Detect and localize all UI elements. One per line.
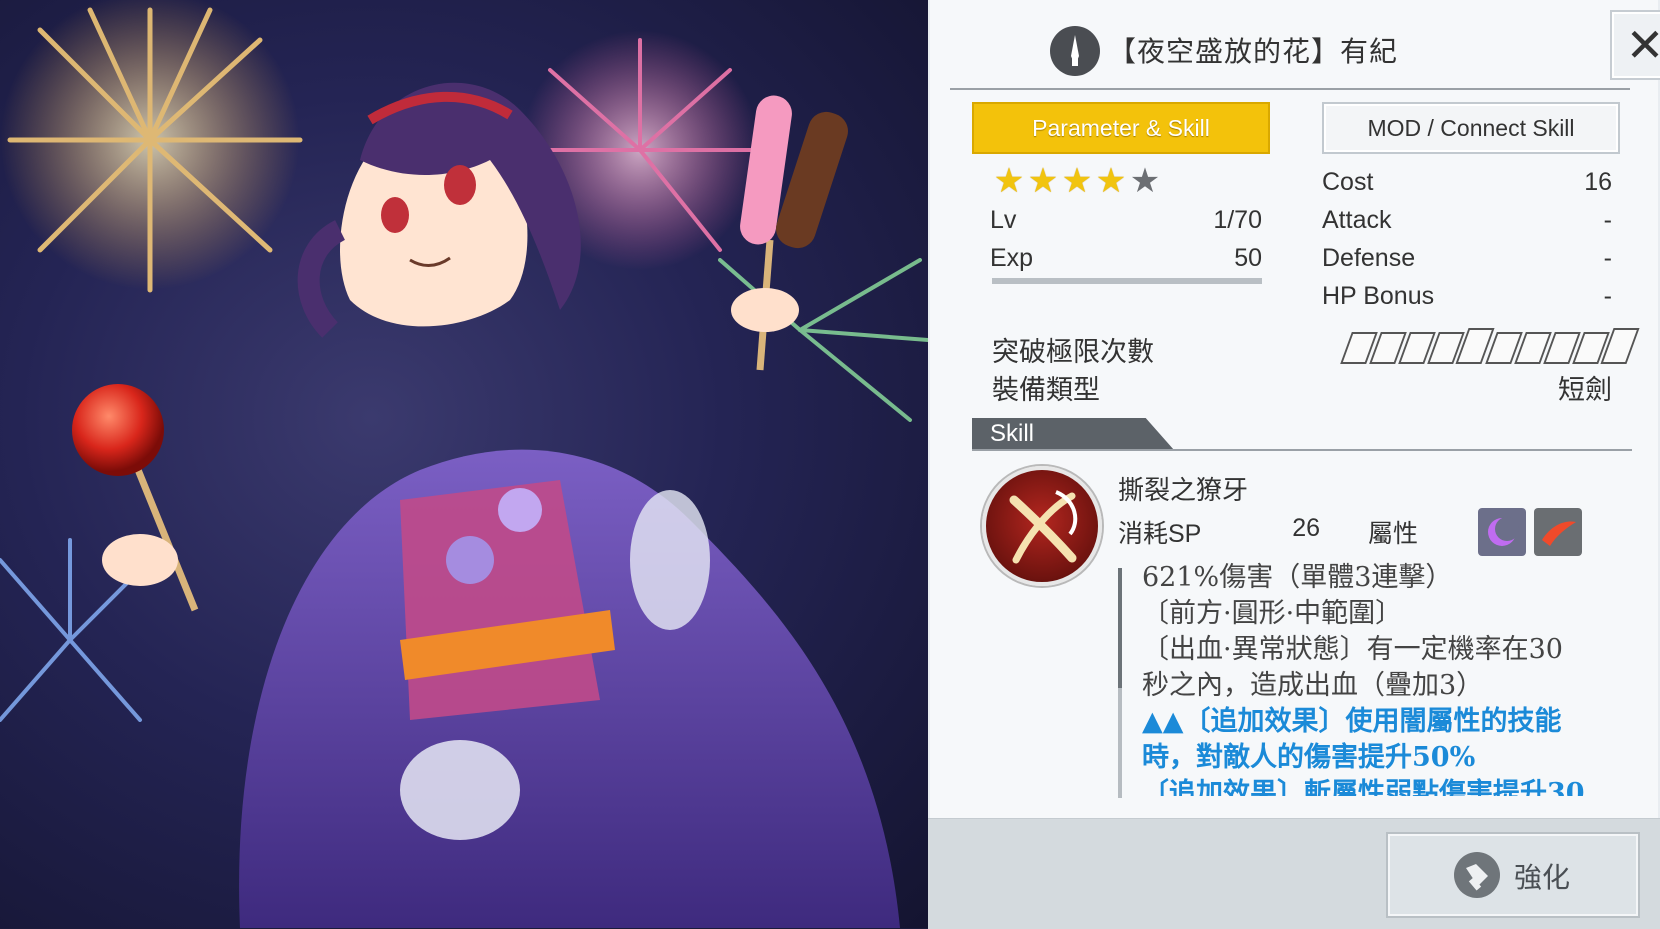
lv-label: Lv: [990, 206, 1017, 234]
skill-description: 621%傷害（單體3連擊） 〔前方·圓形·中範圍〕〔出血·異常狀態〕有一定機率在3…: [1142, 560, 1602, 796]
sp-cost-label: 消耗SP: [1118, 520, 1202, 548]
description-scroll-thumb[interactable]: [1118, 568, 1122, 688]
skill-divider: [972, 449, 1632, 451]
tab-parameter-skill[interactable]: Parameter & Skill: [972, 102, 1270, 154]
exp-progress-bar: [992, 278, 1262, 284]
hp-bonus-label: HP Bonus: [1322, 282, 1435, 310]
description-line: 時，對敵人的傷害提升50%: [1142, 742, 1476, 773]
detail-card: 【夜空盛放的花】有紀 ✕ Parameter & Skill MOD / Con…: [930, 0, 1660, 818]
character-artwork: [0, 0, 928, 928]
title-divider: [950, 88, 1630, 90]
exp-value: 50: [1234, 244, 1262, 272]
description-scrollbar[interactable]: [1118, 568, 1122, 798]
card-title: 【夜空盛放的花】有紀: [1108, 35, 1399, 68]
defense-value: -: [1603, 244, 1612, 272]
candy-apple: [72, 384, 199, 612]
artwork-svg: [0, 0, 928, 928]
firework-green: [718, 258, 928, 422]
close-icon: ✕: [1625, 18, 1660, 72]
skill-section-header: Skill: [972, 418, 1174, 450]
limit-break-label: 突破極限次數: [992, 337, 1154, 368]
slash-element-icon: [1534, 508, 1582, 556]
attribute-label: 屬性: [1368, 519, 1419, 548]
description-line: 621%傷害（單體3連擊）: [1142, 562, 1453, 593]
defense-label: Defense: [1322, 244, 1416, 272]
close-button[interactable]: ✕: [1610, 10, 1660, 80]
star-filled-icon: ★: [1095, 161, 1127, 201]
description-line: 〔前方·圓形·中範圍〕: [1142, 598, 1403, 629]
hp-bonus-value: -: [1603, 282, 1612, 310]
cost-label: Cost: [1322, 168, 1374, 196]
skill-section-label: Skill: [990, 420, 1035, 447]
sp-cost-value: 26: [1292, 514, 1320, 542]
skill-emblem-icon: [982, 466, 1102, 586]
title-row: 【夜空盛放的花】有紀 ✕: [970, 0, 1660, 92]
equipment-type-label: 裝備類型: [992, 375, 1100, 406]
attack-value: -: [1603, 206, 1612, 234]
dark-element-icon: [1478, 508, 1526, 556]
enhance-button[interactable]: 強化: [1386, 832, 1640, 918]
equipment-type-value: 短劍: [1558, 375, 1612, 406]
description-line: 〔追加效果〕斬屬性弱點傷害提升30: [1142, 778, 1585, 796]
description-line: ▲▲〔追加效果〕使用闇屬性的技能: [1142, 706, 1562, 737]
exp-label: Exp: [990, 244, 1034, 272]
attack-label: Attack: [1322, 206, 1392, 234]
description-line: 〔出血·異常狀態〕有一定機率在30: [1142, 634, 1563, 665]
skill-name: 撕裂之獠牙: [1118, 476, 1249, 506]
limit-break-gauge: [1340, 328, 1640, 364]
description-line: 秒之內，造成出血（疊加3）: [1142, 670, 1484, 701]
dagger-icon: [1050, 26, 1100, 76]
star-filled-icon: ★: [993, 161, 1025, 201]
card-detail-panel: 【夜空盛放的花】有紀 ✕ Parameter & Skill MOD / Con…: [928, 0, 1660, 929]
enhance-icon: [1454, 852, 1500, 898]
cost-value: 16: [1584, 168, 1612, 196]
enhance-label: 強化: [1514, 861, 1571, 894]
lv-value: 1/70: [1213, 206, 1262, 234]
firework-gold: [0, 0, 303, 293]
tab-mod-connect-skill[interactable]: MOD / Connect Skill: [1322, 102, 1620, 154]
star-empty-icon: ★: [1129, 161, 1161, 201]
rarity-stars: ★ ★ ★ ★ ★: [992, 164, 1162, 198]
star-filled-icon: ★: [1027, 161, 1059, 201]
star-filled-icon: ★: [1061, 161, 1093, 201]
